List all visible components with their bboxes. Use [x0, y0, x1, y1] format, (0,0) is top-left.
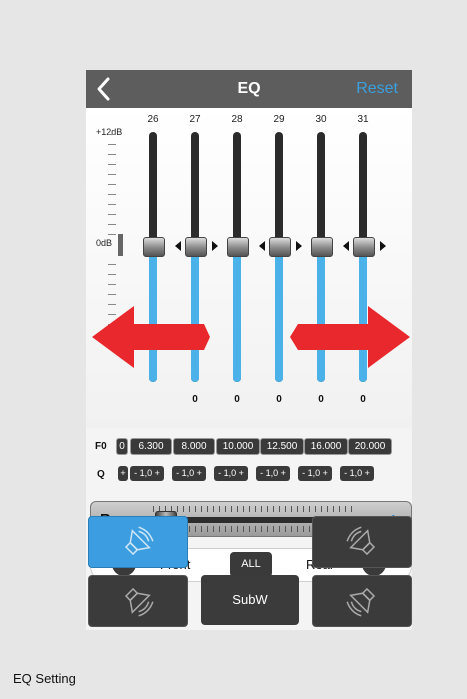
band-number: 27 [189, 114, 201, 125]
band-gain: 0 [192, 394, 198, 405]
left-arrow-icon [259, 241, 265, 251]
q-stepper[interactable]: - 1,0 + [172, 466, 206, 481]
all-button[interactable]: ALL [230, 552, 272, 577]
scale-mid-label: 0dB [96, 238, 113, 248]
rear-right-speaker-button[interactable] [312, 575, 412, 627]
slider-knob[interactable] [269, 237, 291, 257]
left-arrow-icon [343, 241, 349, 251]
band-gain: 0 [360, 394, 366, 405]
speaker-icon [346, 526, 376, 556]
q-stepper[interactable]: - 1,0 + [130, 466, 164, 481]
band-number: 31 [357, 114, 369, 125]
figure-caption: EQ Setting [13, 671, 76, 686]
band-number: 30 [315, 114, 327, 125]
q-stepper[interactable]: - 1,0 + [214, 466, 248, 481]
right-arrow-icon [212, 241, 218, 251]
band-number: 29 [273, 114, 285, 125]
band-gain: 0 [234, 394, 240, 405]
rear-left-speaker-button[interactable] [88, 575, 188, 627]
right-arrow-icon [296, 241, 302, 251]
q-stepper[interactable]: - 1,0 + [256, 466, 290, 481]
freq-field[interactable]: 8.000 [173, 438, 215, 455]
band-slider[interactable] [269, 132, 291, 382]
freq-field[interactable]: 16.000 [304, 438, 348, 455]
app-screen: EQ Reset +12dB 0dB 26 27 28 29 30 31 0 0… [86, 70, 412, 630]
subwoofer-button[interactable]: SubW [201, 575, 299, 625]
freq-field[interactable]: 20.000 [348, 438, 392, 455]
nav-bar: EQ Reset [86, 70, 412, 108]
front-left-speaker-button[interactable] [88, 516, 188, 568]
reset-button[interactable]: Reset [356, 80, 398, 98]
slider-knob[interactable] [185, 237, 207, 257]
freq-field[interactable]: 12.500 [260, 438, 304, 455]
band-slider[interactable] [227, 132, 249, 382]
speaker-icon [124, 526, 154, 556]
left-arrow-icon [175, 241, 181, 251]
speaker-icon [346, 587, 376, 617]
right-arrow-icon [380, 241, 386, 251]
slider-knob[interactable] [353, 237, 375, 257]
q-row-label: Q [97, 469, 105, 480]
speaker-icon [124, 587, 154, 617]
band-gain: 0 [276, 394, 282, 405]
slider-knob[interactable] [143, 237, 165, 257]
eq-panel: +12dB 0dB 26 27 28 29 30 31 0 0 0 0 0 [86, 108, 412, 428]
front-right-speaker-button[interactable] [312, 516, 412, 568]
q-plus-button[interactable]: + [118, 466, 128, 481]
q-stepper[interactable]: - 1,0 + [340, 466, 374, 481]
scale-top-label: +12dB [96, 127, 123, 137]
band-number: 28 [231, 114, 243, 125]
freq-field[interactable]: 6.300 [130, 438, 172, 455]
slider-knob[interactable] [311, 237, 333, 257]
q-stepper[interactable]: - 1,0 + [298, 466, 332, 481]
band-number: 26 [147, 114, 159, 125]
band-gain: 0 [318, 394, 324, 405]
freq-row-label: F0 [95, 441, 107, 452]
scroll-right-arrow-icon[interactable] [290, 306, 410, 368]
scroll-left-arrow-icon[interactable] [92, 306, 210, 368]
freq-field[interactable]: 10.000 [216, 438, 260, 455]
freq-field-partial[interactable]: 0 [116, 438, 128, 455]
slider-knob[interactable] [227, 237, 249, 257]
